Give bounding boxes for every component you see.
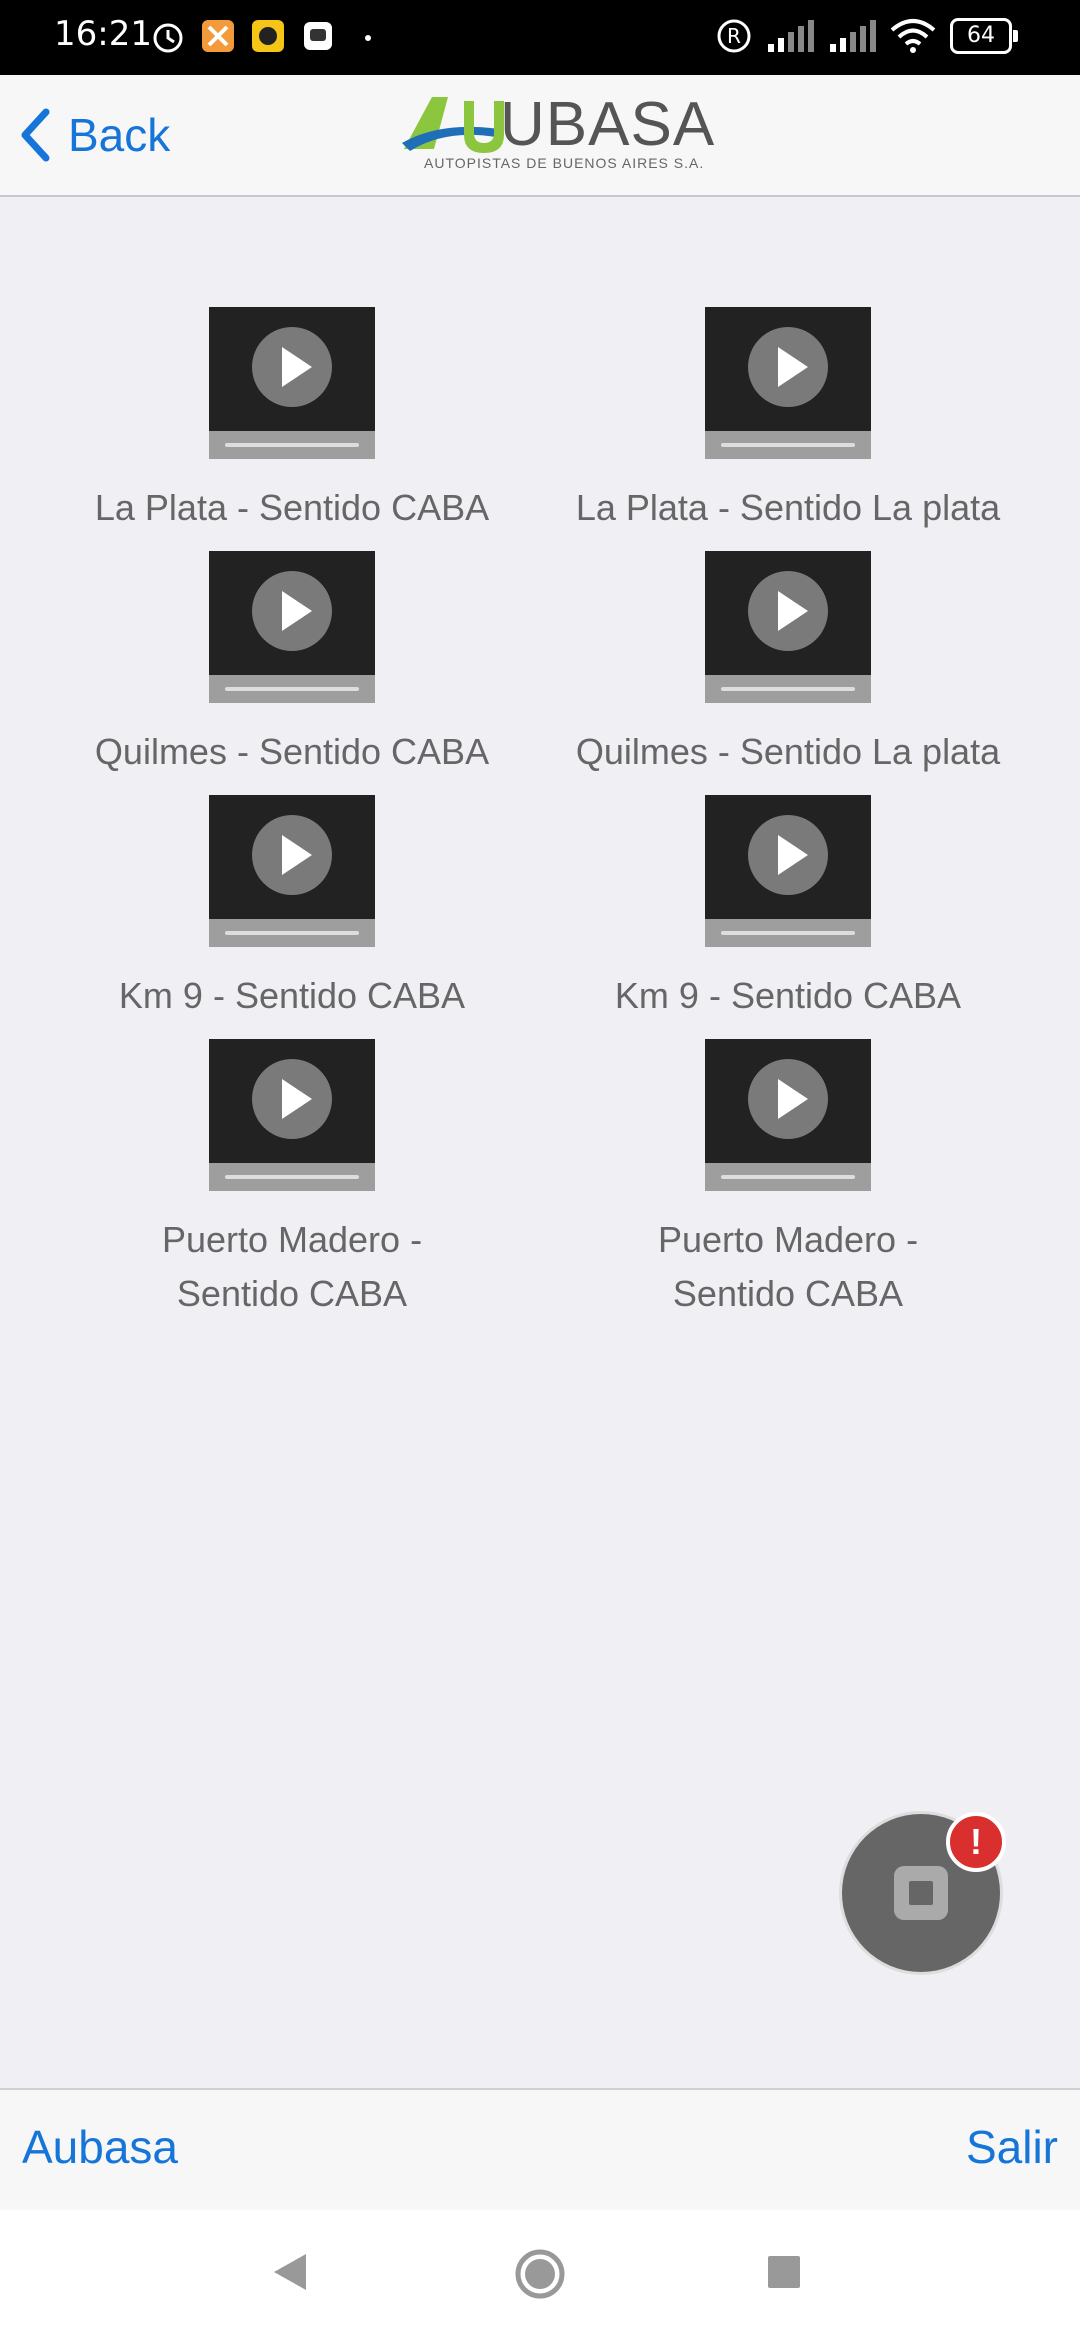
- signal-icon: [768, 20, 814, 52]
- camera-tile[interactable]: Quilmes - Sentido La plata: [558, 551, 1018, 779]
- camera-label: La Plata - Sentido CABA: [94, 487, 490, 528]
- camera-tile[interactable]: Km 9 - Sentido CABA: [62, 795, 522, 1023]
- play-icon: [252, 571, 332, 651]
- nav-recents-icon[interactable]: [766, 2254, 802, 2290]
- system-nav-bar: [0, 2210, 1080, 2340]
- alert-badge: !: [946, 1812, 1006, 1872]
- floating-stop-button[interactable]: !: [842, 1812, 1006, 1972]
- play-icon: [748, 1059, 828, 1139]
- video-thumbnail[interactable]: [705, 307, 871, 459]
- play-icon: [748, 327, 828, 407]
- camera-label: Quilmes - Sentido CABA: [94, 731, 490, 772]
- video-thumbnail[interactable]: [209, 551, 375, 703]
- video-thumbnail[interactable]: [705, 1039, 871, 1191]
- video-thumbnail[interactable]: [705, 551, 871, 703]
- more-notifications-icon: [365, 35, 371, 41]
- back-label: Back: [68, 109, 171, 161]
- status-time: 16:21: [54, 14, 152, 54]
- camera-label: Km 9 - Sentido CABA: [614, 975, 962, 1016]
- camera-tile[interactable]: La Plata - Sentido CABA: [62, 307, 522, 535]
- signal-icon-2: [830, 20, 876, 52]
- camera-tile[interactable]: Puerto Madero - Sentido CABA: [558, 1039, 1018, 1321]
- back-button[interactable]: Back: [20, 103, 170, 167]
- video-thumbnail[interactable]: [209, 1039, 375, 1191]
- app-notification-icon: [202, 20, 234, 52]
- video-thumbnail[interactable]: [209, 795, 375, 947]
- video-thumbnail[interactable]: [209, 307, 375, 459]
- camera-label: La Plata - Sentido La plata: [575, 487, 1001, 528]
- status-bar: 16:21 R 64: [0, 0, 1080, 75]
- alarm-icon: [153, 23, 183, 53]
- camera-tile[interactable]: La Plata - Sentido La plata: [558, 307, 1018, 535]
- camera-label: Puerto Madero - Sentido CABA: [161, 1219, 423, 1314]
- video-progress-bar: [209, 431, 375, 459]
- camera-tile[interactable]: Puerto Madero - Sentido CABA: [62, 1039, 522, 1321]
- play-icon: [748, 815, 828, 895]
- camera-tile[interactable]: Km 9 - Sentido CABA: [558, 795, 1018, 1023]
- logo-subtitle: AUTOPISTAS DE BUENOS AIRES S.A.: [424, 155, 705, 171]
- wifi-icon: [890, 19, 936, 53]
- camera-label: Quilmes - Sentido La plata: [575, 731, 1001, 772]
- bottom-toolbar: Aubasa Salir: [0, 2088, 1080, 2212]
- camera-label: Km 9 - Sentido CABA: [118, 975, 466, 1016]
- video-progress-bar: [209, 675, 375, 703]
- video-thumbnail[interactable]: [705, 795, 871, 947]
- video-progress-bar: [705, 919, 871, 947]
- registered-icon: R: [717, 19, 751, 53]
- nav-home-icon[interactable]: [514, 2248, 566, 2300]
- camera-label: Puerto Madero - Sentido CABA: [657, 1219, 919, 1314]
- chevron-left-icon: [21, 108, 50, 162]
- play-icon: [252, 327, 332, 407]
- video-progress-bar: [209, 919, 375, 947]
- play-icon: [748, 571, 828, 651]
- play-icon: [252, 1059, 332, 1139]
- aubasa-logo: UBASA AUTOPISTAS DE BUENOS AIRES S.A.: [400, 90, 714, 181]
- battery-icon: 64: [950, 18, 1018, 54]
- vpn-app-icon: [252, 20, 284, 52]
- video-progress-bar: [705, 431, 871, 459]
- video-progress-bar: [705, 1163, 871, 1191]
- logo-text: UBASA: [500, 90, 716, 159]
- salir-button[interactable]: Salir: [966, 2120, 1058, 2174]
- header: Back UBASA AUTOPISTAS DE BUENOS AIRES S.…: [0, 75, 1080, 197]
- aubasa-button[interactable]: Aubasa: [22, 2120, 178, 2174]
- svg-text:R: R: [727, 24, 741, 48]
- video-progress-bar: [705, 675, 871, 703]
- video-progress-bar: [209, 1163, 375, 1191]
- camera-tile[interactable]: Quilmes - Sentido CABA: [62, 551, 522, 779]
- robot-icon: [304, 22, 332, 50]
- stop-icon: [894, 1866, 948, 1920]
- play-icon: [252, 815, 332, 895]
- nav-back-icon[interactable]: [270, 2250, 310, 2294]
